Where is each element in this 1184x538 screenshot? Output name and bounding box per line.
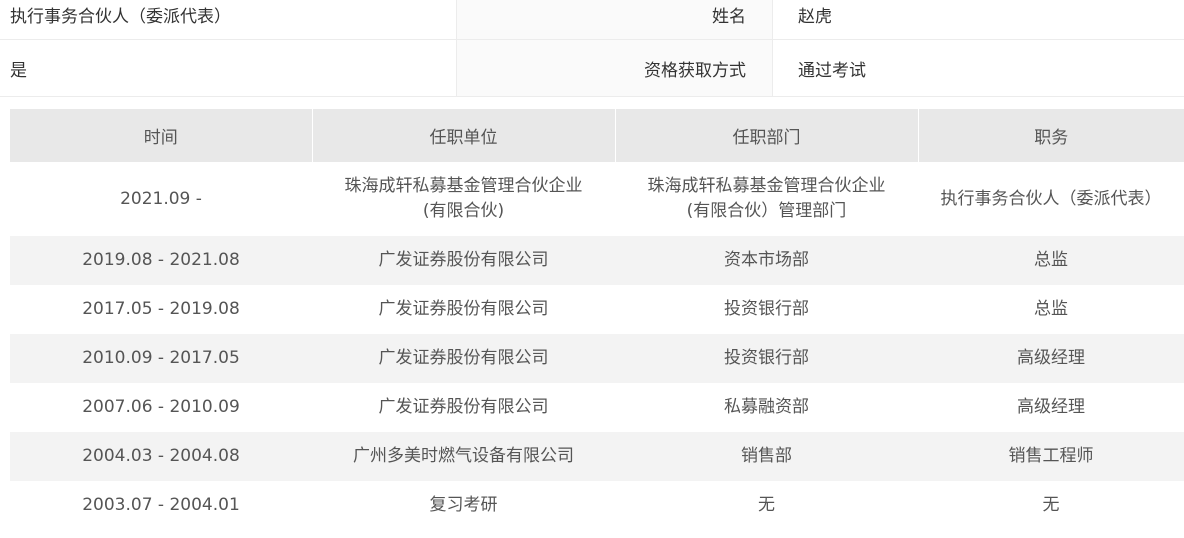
manager-info-section: 执行事务合伙人（委派代表） 姓名 赵虎 是 资格获取方式 通过考试: [0, 0, 1184, 97]
column-header-title: 职务: [918, 109, 1184, 162]
column-header-time: 时间: [10, 109, 313, 162]
table-row: 2003.07 - 2004.01 复习考研 无 无: [10, 481, 1184, 530]
table-row: 2017.05 - 2019.08 广发证券股份有限公司 投资银行部 总监: [10, 285, 1184, 334]
cell-department-line1: 珠海成轩私募基金管理合伙企业: [647, 176, 886, 196]
table-row: 2021.09 - 珠海成轩私募基金管理合伙企业 (有限合伙) 珠海成轩私募基金…: [10, 162, 1184, 236]
table-row: 2010.09 - 2017.05 广发证券股份有限公司 投资银行部 高级经理: [10, 334, 1184, 383]
cell-title: 高级经理: [1017, 397, 1085, 417]
qualification-value: 通过考试: [798, 60, 866, 81]
cell-time: 2004.03 - 2004.08: [10, 432, 312, 481]
table-row: 2007.06 - 2010.09 广发证券股份有限公司 私募融资部 高级经理: [10, 383, 1184, 432]
cell-department: 投资银行部: [724, 299, 809, 319]
info-row-name: 执行事务合伙人（委派代表） 姓名 赵虎: [0, 0, 1184, 40]
cell-department: 私募融资部: [724, 397, 809, 417]
table-row: 2019.08 - 2021.08 广发证券股份有限公司 资本市场部 总监: [10, 236, 1184, 285]
career-history-table: 时间 任职单位 任职部门 职务 2021.09 - 珠海成轩私募基金管理合伙企业…: [10, 109, 1184, 530]
cell-title: 高级经理: [918, 334, 1184, 383]
cell-time: 2003.07 - 2004.01: [82, 495, 240, 515]
flag-value: 是: [0, 40, 457, 96]
cell-unit: 珠海成轩私募基金管理合伙企业 (有限合伙): [312, 162, 615, 236]
cell-title: 销售工程师: [918, 432, 1184, 481]
cell-unit: 广发证券股份有限公司: [378, 397, 549, 417]
info-row-qualification: 是 资格获取方式 通过考试: [0, 40, 1184, 97]
position-value: 执行事务合伙人（委派代表）: [0, 0, 457, 39]
cell-department: 无: [758, 495, 775, 515]
cell-department: 珠海成轩私募基金管理合伙企业 (有限合伙）管理部门: [615, 162, 918, 236]
cell-unit-line2: (有限合伙): [422, 201, 505, 221]
cell-time: 2019.08 - 2021.08: [10, 236, 312, 285]
cell-time: 2010.09 - 2017.05: [10, 334, 312, 383]
cell-unit: 广发证券股份有限公司: [312, 236, 615, 285]
name-value: 赵虎: [798, 7, 832, 27]
cell-time: 2017.05 - 2019.08: [82, 299, 240, 319]
cell-department: 投资银行部: [615, 334, 918, 383]
cell-department: 销售部: [615, 432, 918, 481]
table-header-row: 时间 任职单位 任职部门 职务: [10, 109, 1184, 162]
cell-title: 执行事务合伙人（委派代表）: [940, 188, 1162, 209]
cell-department-line2: (有限合伙）管理部门: [686, 201, 847, 221]
column-header-unit: 任职单位: [312, 109, 616, 162]
cell-time: 2007.06 - 2010.09: [82, 397, 240, 417]
cell-unit: 广发证券股份有限公司: [378, 299, 549, 319]
cell-time: 2021.09 -: [120, 188, 202, 209]
qualification-label: 资格获取方式: [457, 40, 773, 96]
cell-unit: 广州多美时燃气设备有限公司: [312, 432, 615, 481]
name-label: 姓名: [457, 0, 773, 39]
cell-title: 总监: [918, 236, 1184, 285]
table-row: 2004.03 - 2004.08 广州多美时燃气设备有限公司 销售部 销售工程…: [10, 432, 1184, 481]
cell-title: 无: [1042, 495, 1060, 515]
column-header-department: 任职部门: [615, 109, 919, 162]
cell-unit: 复习考研: [429, 495, 498, 515]
cell-title: 总监: [1034, 299, 1068, 319]
cell-unit: 广发证券股份有限公司: [312, 334, 615, 383]
cell-unit-line1: 珠海成轩私募基金管理合伙企业: [344, 176, 583, 196]
cell-department: 资本市场部: [615, 236, 918, 285]
